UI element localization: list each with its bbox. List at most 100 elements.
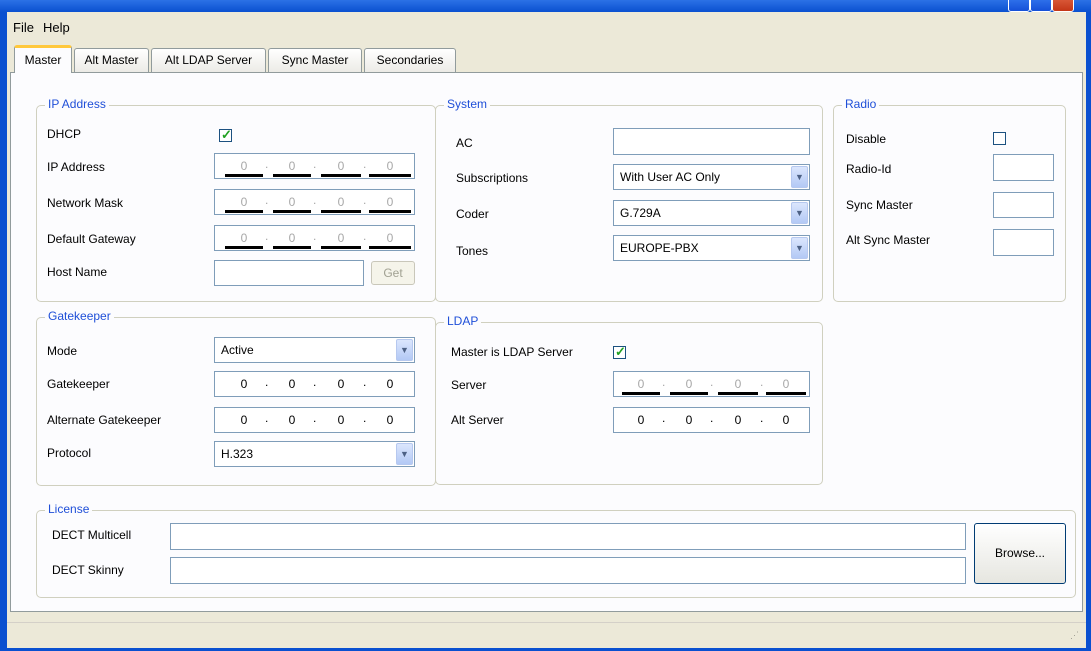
get-button[interactable]: Get <box>371 261 415 285</box>
gatekeeper-group: Gatekeeper Mode Active ▼ Gatekeeper 0 . … <box>36 309 436 486</box>
radio-id-input[interactable] <box>993 154 1054 181</box>
menu-file[interactable]: File <box>13 20 34 35</box>
system-group-title: System <box>444 97 491 111</box>
maximize-button[interactable] <box>1030 0 1052 12</box>
alternate-gatekeeper-label: Alternate Gatekeeper <box>47 413 162 427</box>
mask-octet: 0 <box>321 191 361 213</box>
gatekeeper-octet: 0 <box>386 377 394 391</box>
dect-skinny-label: DECT Skinny <box>52 563 124 577</box>
gatekeeper-label: Gatekeeper <box>47 377 110 391</box>
window-titlebar[interactable] <box>0 0 1091 12</box>
window-border-right <box>1086 12 1091 651</box>
alt-gatekeeper-octet: 0 <box>386 413 394 427</box>
alt-gatekeeper-octet: 0 <box>288 413 296 427</box>
subscriptions-label: Subscriptions <box>456 171 529 185</box>
master-is-ldap-server-label: Master is LDAP Server <box>451 345 573 359</box>
tab-alt-master[interactable]: Alt Master <box>74 48 149 72</box>
subscriptions-value: With User AC Only <box>620 170 721 184</box>
dect-multicell-input[interactable] <box>170 523 966 550</box>
alt-ldap-server-ip-field[interactable]: 0 . 0 . 0 . 0 <box>613 407 810 433</box>
tab-secondaries[interactable]: Secondaries <box>364 48 456 72</box>
resize-grip-icon[interactable]: ⋰ <box>1070 631 1082 645</box>
tab-sync-master[interactable]: Sync Master <box>268 48 362 72</box>
ldap-server-octet: 0 <box>622 373 660 395</box>
alt-ldap-server-octet: 0 <box>734 413 742 427</box>
tones-label: Tones <box>456 244 489 258</box>
ip-address-group-title: IP Address <box>45 97 109 111</box>
tones-select[interactable]: EUROPE-PBX ▼ <box>613 235 810 261</box>
gateway-octet: 0 <box>369 227 411 249</box>
default-gateway-field[interactable]: 0 . 0 . 0 . 0 <box>214 225 415 251</box>
chevron-down-icon[interactable]: ▼ <box>791 202 808 224</box>
alt-ldap-server-octet: 0 <box>685 413 693 427</box>
subscriptions-select[interactable]: With User AC Only ▼ <box>613 164 810 190</box>
mask-octet: 0 <box>273 191 311 213</box>
sync-master-input[interactable] <box>993 192 1054 218</box>
ip-address-field[interactable]: 0 . 0 . 0 . 0 <box>214 153 415 179</box>
minimize-button[interactable] <box>1008 0 1030 12</box>
default-gateway-label: Default Gateway <box>47 232 136 246</box>
mode-select[interactable]: Active ▼ <box>214 337 415 363</box>
license-group: License DECT Multicell DECT Skinny Brows… <box>36 502 1076 598</box>
ldap-group-title: LDAP <box>444 314 482 328</box>
ip-address-label: IP Address <box>47 160 105 174</box>
disable-checkbox[interactable] <box>993 132 1006 145</box>
mask-octet: 0 <box>225 191 263 213</box>
alt-sync-master-input[interactable] <box>993 229 1054 256</box>
ip-octet: 0 <box>321 155 361 177</box>
chevron-down-icon[interactable]: ▼ <box>791 166 808 188</box>
alt-ldap-server-octet: 0 <box>782 413 790 427</box>
window-border-left <box>0 12 7 651</box>
tab-master[interactable]: Master <box>14 45 72 73</box>
menu-help[interactable]: Help <box>43 20 70 35</box>
sync-master-label: Sync Master <box>846 198 913 212</box>
chevron-down-icon[interactable]: ▼ <box>791 237 808 259</box>
gatekeeper-octet: 0 <box>288 377 296 391</box>
gateway-octet: 0 <box>225 227 263 249</box>
alt-sync-master-label: Alt Sync Master <box>846 233 931 247</box>
dect-skinny-input[interactable] <box>170 557 966 584</box>
system-group: System AC Subscriptions With User AC Onl… <box>435 97 823 302</box>
ip-address-group: IP Address DHCP ✓ IP Address 0 . 0 . 0 .… <box>36 97 436 302</box>
protocol-value: H.323 <box>221 447 254 461</box>
gatekeeper-ip-field[interactable]: 0 . 0 . 0 . 0 <box>214 371 415 397</box>
checkmark-icon: ✓ <box>615 344 626 359</box>
menu-bar: File Help <box>7 12 1086 42</box>
master-is-ldap-server-checkbox[interactable]: ✓ <box>613 344 626 359</box>
dhcp-checkbox[interactable]: ✓ <box>219 127 232 142</box>
ac-label: AC <box>456 136 473 150</box>
tones-value: EUROPE-PBX <box>620 241 699 255</box>
browse-button[interactable]: Browse... <box>974 523 1066 584</box>
mode-value: Active <box>221 343 254 357</box>
host-name-input[interactable] <box>214 260 364 286</box>
coder-label: Coder <box>456 207 489 221</box>
alt-gatekeeper-octet: 0 <box>337 413 345 427</box>
network-mask-label: Network Mask <box>47 196 124 210</box>
chevron-down-icon[interactable]: ▼ <box>396 339 413 361</box>
ldap-server-ip-field[interactable]: 0 . 0 . 0 . 0 <box>613 371 810 397</box>
gateway-octet: 0 <box>273 227 311 249</box>
close-button[interactable] <box>1052 0 1074 12</box>
alternate-gatekeeper-ip-field[interactable]: 0 . 0 . 0 . 0 <box>214 407 415 433</box>
chevron-down-icon[interactable]: ▼ <box>396 443 413 465</box>
ip-octet: 0 <box>369 155 411 177</box>
gatekeeper-group-title: Gatekeeper <box>45 309 114 323</box>
network-mask-field[interactable]: 0 . 0 . 0 . 0 <box>214 189 415 215</box>
mask-octet: 0 <box>369 191 411 213</box>
ldap-group: LDAP Master is LDAP Server ✓ Server 0 . … <box>435 314 823 485</box>
protocol-select[interactable]: H.323 ▼ <box>214 441 415 467</box>
tab-alt-ldap-server[interactable]: Alt LDAP Server <box>151 48 266 72</box>
ip-octet: 0 <box>273 155 311 177</box>
coder-select[interactable]: G.729A ▼ <box>613 200 810 226</box>
checkmark-icon: ✓ <box>221 127 232 142</box>
radio-id-label: Radio-Id <box>846 162 892 176</box>
gatekeeper-octet: 0 <box>240 377 248 391</box>
coder-value: G.729A <box>620 206 661 220</box>
radio-group-title: Radio <box>842 97 880 111</box>
gateway-octet: 0 <box>321 227 361 249</box>
ldap-server-octet: 0 <box>718 373 758 395</box>
alt-ldap-server-octet: 0 <box>637 413 645 427</box>
ac-input[interactable] <box>613 128 810 155</box>
license-group-title: License <box>45 502 93 516</box>
ip-octet: 0 <box>225 155 263 177</box>
